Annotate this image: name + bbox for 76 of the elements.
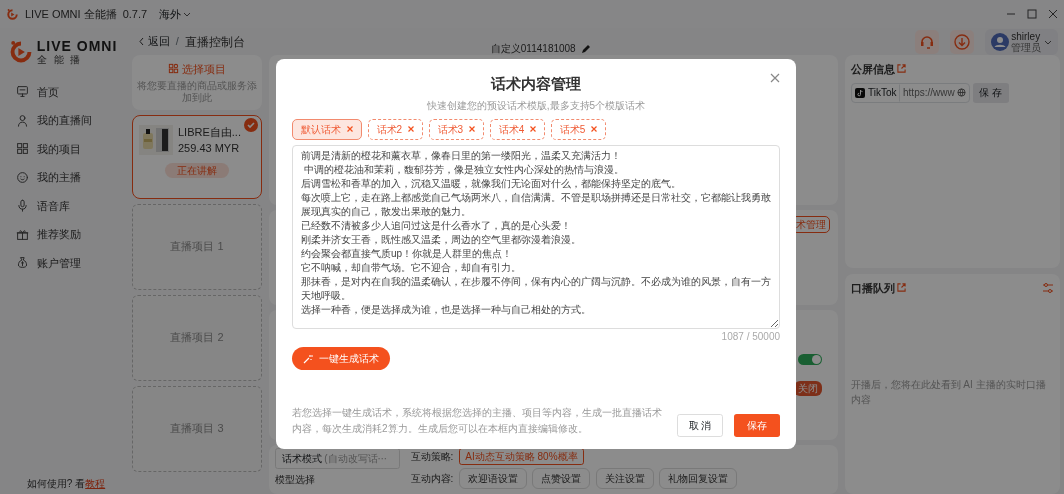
toggle-switch[interactable] bbox=[797, 353, 822, 365]
script-tab[interactable]: 默认话术 bbox=[292, 118, 362, 140]
product-price: 259.43 MYR bbox=[178, 141, 241, 157]
sidebar-item[interactable]: 账户管理 bbox=[8, 248, 124, 277]
product-name: LIBRE自由... bbox=[178, 124, 241, 140]
sidebar-item[interactable]: 我的主播 bbox=[8, 163, 124, 192]
headset-icon[interactable] bbox=[914, 29, 939, 54]
magic-wand-icon bbox=[303, 353, 313, 364]
face-icon bbox=[16, 170, 29, 184]
avatar-icon bbox=[990, 32, 1009, 51]
user-name: shirley bbox=[1011, 30, 1042, 42]
content-setting-button[interactable]: 关注设置 bbox=[595, 467, 654, 489]
cancel-button[interactable]: 取 消 bbox=[677, 414, 723, 437]
settings-icon[interactable] bbox=[1040, 280, 1055, 295]
breadcrumb: 直播控制台 bbox=[184, 33, 245, 51]
chevron-icon bbox=[183, 10, 192, 18]
strategy-label: 互动策略: bbox=[410, 449, 454, 464]
generate-button[interactable]: 一键生成话术 bbox=[292, 347, 390, 370]
close-icon[interactable] bbox=[770, 73, 780, 83]
sidebar-item[interactable]: 首页 bbox=[8, 77, 124, 106]
script-tab[interactable]: 话术3 bbox=[428, 118, 485, 140]
queue-title: 口播队列 bbox=[850, 280, 895, 296]
app-version: 0.7.7 bbox=[122, 6, 148, 22]
money-bag-icon bbox=[16, 256, 29, 270]
grid-icon bbox=[168, 63, 180, 75]
tutorial-link[interactable]: 教程 bbox=[85, 478, 106, 490]
download-icon[interactable] bbox=[949, 29, 974, 54]
product-card[interactable]: LIBRE自由... 259.43 MYR 正在讲解 bbox=[132, 114, 262, 199]
content-setting-button[interactable]: 欢迎语设置 bbox=[458, 467, 527, 489]
model-label: 模型选择 bbox=[274, 472, 316, 487]
close-icon[interactable] bbox=[347, 126, 353, 133]
content-setting-button[interactable]: 礼物回复设置 bbox=[659, 467, 738, 489]
script-tab[interactable]: 话术2 bbox=[367, 118, 424, 140]
person-icon bbox=[16, 113, 29, 127]
close-icon[interactable] bbox=[408, 126, 415, 133]
script-tab[interactable]: 话术5 bbox=[550, 118, 607, 140]
dialog-subtitle: 快速创建您的预设话术模版,最多支持5个模版话术 bbox=[426, 99, 646, 114]
microphone-icon bbox=[16, 199, 29, 213]
user-menu[interactable]: shirley 管理员 bbox=[984, 28, 1058, 55]
close-icon[interactable] bbox=[469, 126, 476, 133]
close-icon[interactable] bbox=[591, 126, 598, 133]
gift-icon bbox=[16, 227, 29, 241]
external-link-icon bbox=[897, 283, 907, 293]
public-screen-title: 公屏信息 bbox=[850, 61, 895, 77]
monitor-icon bbox=[16, 85, 29, 99]
script-textarea[interactable]: 前调是清新的橙花和薰衣草，像春日里的第一缕阳光，温柔又充满活力！ 中调的橙花油和茉莉，馥郁芬芳，像是独立女性内心深处的热情与浪漫。 后调雪松和香草的加入，沉稳又温暖，就像我们无论面对什么，都能保持坚定的底气。 每次喷上它，走在路上都感觉自己气场两米八，自信满满。不管是职场拼搏还是日常社交，它都能让我勇敢展现真实的自己，散发出果敢的魅力。 已经数不清被多少人追问过这是什么香水了，真的是心头爱！ 刚柔并济女王香，既性感又温柔，周边的空气里都弥漫着浪漫。 约会聚会都直接气质up！你就是人群里的焦点！ 它不呐喊，却自带气场。它不迎合，却自有引力。 那抹香，是对内在自我的温柔确认，在步履不停间，保有内心的广阔与沉静。不必成为谁的风景，自有一方天地呼吸。 选择一种香，便是选择成为谁，也是选择一种与自己相处的方式。 bbox=[292, 145, 780, 330]
back-link[interactable]: 返回 bbox=[138, 33, 170, 50]
content-label: 互动内容: bbox=[410, 471, 454, 486]
session-name: 自定义0114181008 bbox=[490, 42, 576, 56]
user-role: 管理员 bbox=[1011, 41, 1042, 53]
script-tab[interactable]: 话术4 bbox=[489, 118, 546, 140]
sidebar-item[interactable]: 我的直播间 bbox=[8, 106, 124, 135]
sidebar-item[interactable]: 语音库 bbox=[8, 191, 124, 220]
save-button[interactable]: 保存 bbox=[734, 414, 780, 437]
sidebar-item[interactable]: 我的项目 bbox=[8, 134, 124, 163]
status-tag: 正在讲解 bbox=[165, 163, 229, 179]
help-text: 如何使用? 看 bbox=[26, 478, 86, 490]
content-setting-button[interactable]: 点赞设置 bbox=[532, 467, 591, 489]
logo-text: LIVE OMNI bbox=[36, 38, 118, 53]
dialog-title: 话术内容管理 bbox=[491, 74, 581, 94]
close-icon[interactable] bbox=[1048, 9, 1058, 19]
region-dropdown[interactable]: 海外 bbox=[158, 5, 192, 23]
app-name: LIVE OMNI 全能播 bbox=[25, 6, 117, 22]
maximize-icon[interactable] bbox=[1027, 9, 1037, 19]
breadcrumb-separator: / bbox=[175, 34, 179, 50]
logo-subtitle: 全 能 播 bbox=[36, 55, 84, 66]
save-button[interactable]: 保 存 bbox=[972, 82, 1009, 103]
app-logo-icon bbox=[6, 7, 19, 21]
char-counter: 1087 / 50000 bbox=[720, 330, 780, 345]
grid-icon bbox=[16, 142, 29, 156]
sidebar-item[interactable]: 推荐奖励 bbox=[8, 220, 124, 249]
select-project-title: 选择项目 bbox=[181, 61, 226, 77]
logo-icon bbox=[8, 39, 34, 65]
close-icon[interactable] bbox=[530, 126, 537, 133]
external-link-icon bbox=[897, 64, 907, 74]
dialog-note: 若您选择一键生成话术，系统将根据您选择的主播、项目等内容，生成一批直播话术内容，每次生成消耗2算力。生成后您可以在本框内直接编辑修改。 bbox=[292, 406, 663, 436]
